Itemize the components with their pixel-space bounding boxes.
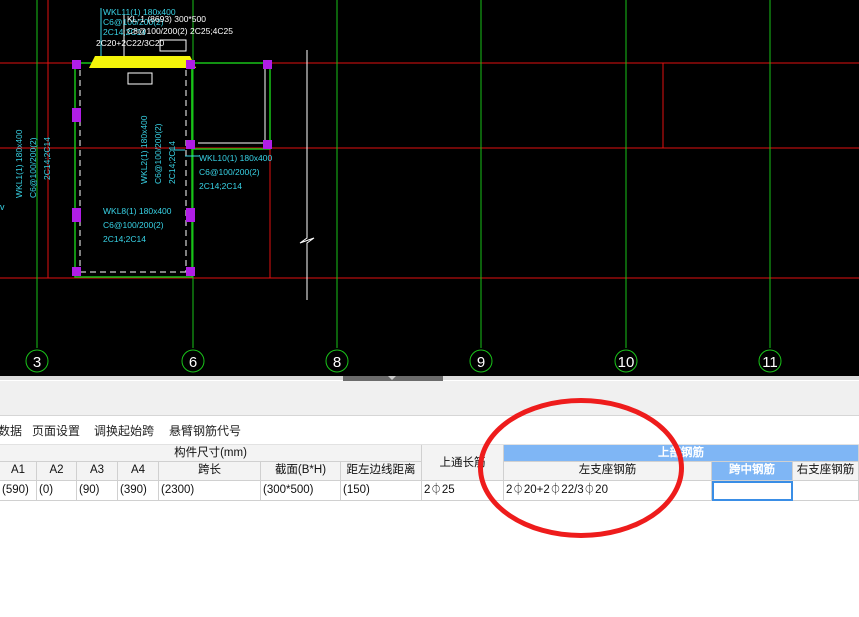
column	[186, 267, 195, 276]
beam-tag-box	[127, 72, 153, 85]
cell-span-length[interactable]: (2300)	[159, 481, 261, 501]
wkl2-label-line1: WKL2(1) 180x400	[139, 115, 149, 184]
cell-edge-distance[interactable]: (150)	[341, 481, 422, 501]
header-a3: A3	[77, 462, 118, 481]
cell-a3[interactable]: (90)	[77, 481, 118, 501]
cad-drawing: WKL11(1) 180x400 C6@100/200(2) 2C14;2C14…	[0, 0, 859, 373]
header-span-length: 跨长	[159, 462, 261, 481]
axis-number-9: 9	[477, 354, 485, 371]
wkl8-label-line3: 2C14;2C14	[103, 234, 146, 244]
header-group-dimensions: 构件尺寸(mm)	[0, 445, 422, 462]
rebar-input-table: 构件尺寸(mm) 上通长筋 上部钢筋 A1 A2 A3 A4 跨长 截面(B*H…	[0, 445, 859, 501]
column	[72, 60, 81, 69]
collapse-arrow-icon[interactable]	[388, 376, 396, 380]
wkl10-label-line1: WKL10(1) 180x400	[199, 153, 273, 163]
axis-number-10: 10	[618, 354, 635, 371]
wkl2-label-line2: C6@100/200(2)	[153, 123, 163, 184]
cell-left-support-rebar[interactable]: 2⏀20+2⏀22/3⏀20	[504, 481, 712, 501]
wkl1-label-line3: 2C14;2C14	[42, 137, 52, 180]
header-a1: A1	[0, 462, 37, 481]
cell-a2[interactable]: (0)	[37, 481, 77, 501]
header-top-through-rebar: 上通长筋	[422, 445, 504, 481]
header-section: 截面(B*H)	[261, 462, 341, 481]
wkl8-label-line2: C6@100/200(2)	[103, 220, 164, 230]
toolbar-item-swap-start-span[interactable]: 调换起始跨	[94, 422, 154, 439]
beam-outline-right	[191, 62, 271, 150]
header-group-top-rebar: 上部钢筋	[504, 445, 859, 462]
column	[263, 60, 272, 69]
break-line	[299, 50, 315, 300]
toolbar-item-data[interactable]: 数据	[0, 422, 22, 439]
panel-header-bar	[0, 381, 859, 416]
wkl10-label-line3: 2C14;2C14	[199, 181, 242, 191]
cell-section[interactable]: (300*500)	[261, 481, 341, 501]
column	[263, 140, 272, 149]
header-edge-distance: 距左边线距离	[341, 462, 422, 481]
column	[72, 208, 81, 222]
cell-a4[interactable]: (390)	[118, 481, 159, 501]
cell-top-through-rebar[interactable]: 2⏀25	[422, 481, 504, 501]
axis-number-3: 3	[33, 354, 41, 371]
toolbar-item-page-setup[interactable]: 页面设置	[32, 422, 80, 439]
edge-marker: v	[0, 202, 5, 212]
wkl10-label-line2: C6@100/200(2)	[199, 167, 260, 177]
axis-number-8: 8	[333, 354, 341, 371]
wkl2-label-line3: 2C14;2C14	[167, 141, 177, 184]
axis-number-6: 6	[189, 354, 197, 371]
header-right-support-rebar: 右支座钢筋	[793, 462, 859, 481]
cell-a1[interactable]: (590)	[0, 481, 37, 501]
rebar-toolbar: 数据 页面设置 调换起始跨 悬臂钢筋代号	[0, 416, 859, 445]
header-a4: A4	[118, 462, 159, 481]
column	[72, 108, 81, 122]
cad-drawing-canvas[interactable]: WKL11(1) 180x400 C6@100/200(2) 2C14;2C14…	[0, 0, 859, 376]
kl-label-line2: C8@100/200(2) 2C25;4C25	[127, 26, 233, 36]
toolbar-item-cantilever-code[interactable]: 悬臂钢筋代号	[169, 422, 241, 439]
column	[186, 140, 195, 149]
header-a2: A2	[37, 462, 77, 481]
kl-label-line3: 2C20+2C22/3C20	[96, 38, 165, 48]
column	[186, 60, 195, 69]
axis-number-11: 11	[762, 354, 778, 371]
highlighted-beam	[89, 56, 196, 68]
cell-mid-span-rebar[interactable]	[712, 481, 793, 501]
wkl8-label-line1: WKL8(1) 180x400	[103, 206, 172, 216]
wkl1-label-line1: WKL1(1) 180x400	[14, 129, 24, 198]
wkl1-label-line2: C6@100/200(2)	[28, 137, 38, 198]
column	[186, 208, 195, 222]
header-left-support-rebar: 左支座钢筋	[504, 462, 712, 481]
kl-label-line1: KL-1 (8693) 300*500	[127, 14, 206, 24]
column	[72, 267, 81, 276]
header-mid-span-rebar: 跨中钢筋	[712, 462, 793, 481]
cell-right-support-rebar[interactable]	[793, 481, 859, 501]
